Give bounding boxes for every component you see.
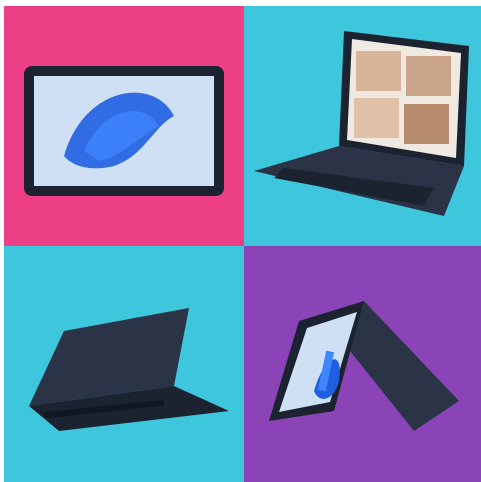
tablet-illustration: [4, 6, 244, 246]
convertible-illustration: [244, 246, 481, 482]
laptop-rear-illustration: [4, 246, 244, 482]
tile-laptop-video: [244, 6, 481, 246]
product-grid: [4, 6, 481, 482]
tile-tablet: [4, 6, 244, 246]
tile-laptop-rear: [4, 246, 244, 482]
laptop-video-illustration: [244, 6, 481, 246]
tile-convertible: [244, 246, 481, 482]
